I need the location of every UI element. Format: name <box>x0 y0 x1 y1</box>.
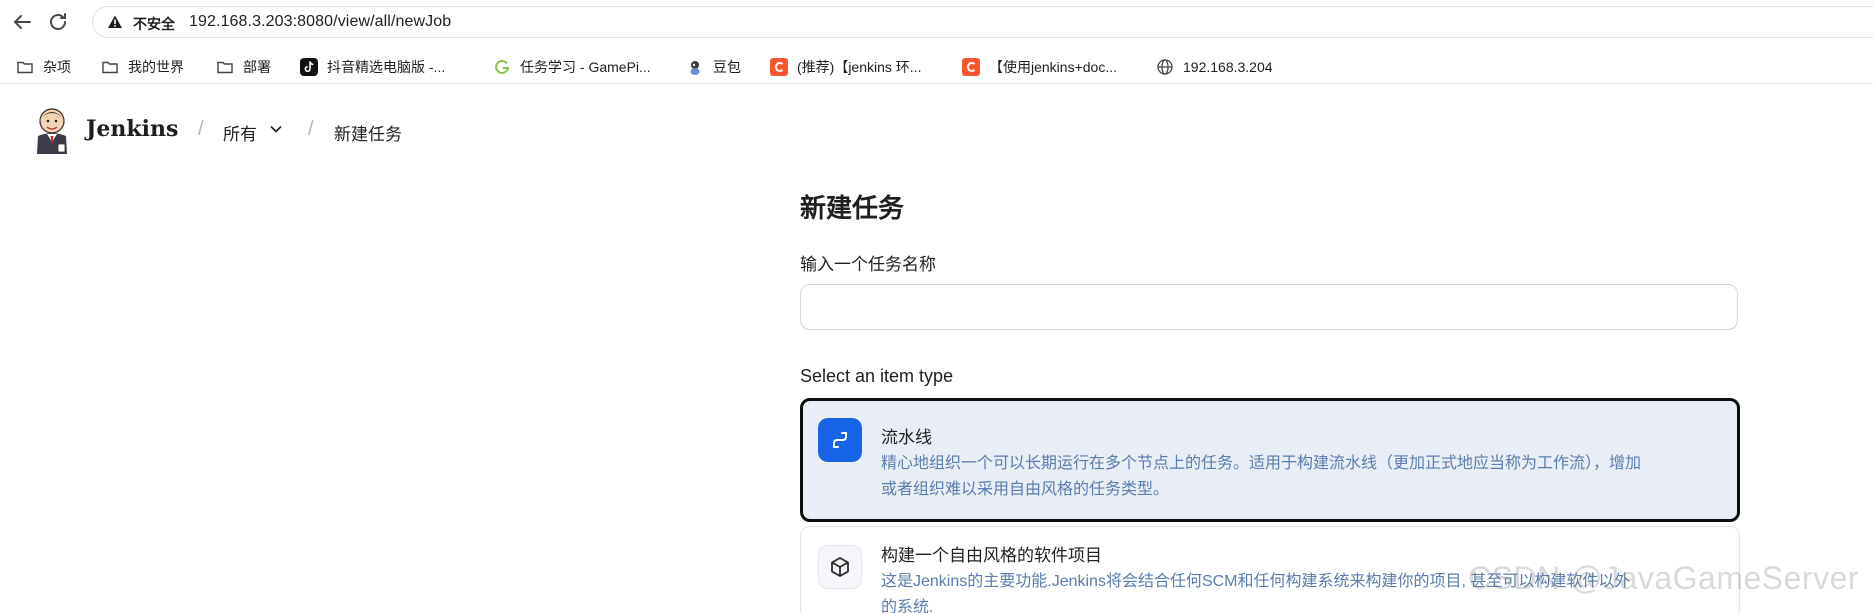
chevron-down-icon[interactable] <box>268 121 284 137</box>
address-bar[interactable]: 不安全 192.168.3.203:8080/view/all/newJob <box>92 6 1873 38</box>
bookmark-item[interactable]: 部署 <box>216 56 271 78</box>
bookmark-item[interactable]: 我的世界 <box>101 56 184 78</box>
bookmark-label: 豆包 <box>713 59 741 75</box>
bookmark-item[interactable]: 豆包 <box>686 56 741 78</box>
jenkins-logo-icon[interactable] <box>34 106 70 156</box>
breadcrumb-separator: / <box>308 118 314 140</box>
bookmark-item[interactable]: 任务学习 - GamePi... <box>493 56 651 78</box>
warning-icon[interactable] <box>107 14 123 30</box>
pipeline-icon <box>818 418 862 462</box>
csdn-icon <box>770 58 788 76</box>
globe-icon <box>1156 58 1174 76</box>
bookmark-label: 我的世界 <box>128 59 184 75</box>
breadcrumb-separator: / <box>198 118 204 140</box>
breadcrumb-all[interactable]: 所有 <box>223 120 257 145</box>
url-text[interactable]: 192.168.3.203:8080/view/all/newJob <box>189 13 451 31</box>
bookmark-label: 杂项 <box>43 59 71 75</box>
item-description: 精心地组织一个可以长期运行在多个节点上的任务。适用于构建流水线（更加正式地应当称… <box>881 455 1642 498</box>
jenkins-brand[interactable]: Jenkins <box>86 116 178 142</box>
breadcrumb-new-job: 新建任务 <box>334 125 402 144</box>
bookmark-item[interactable]: (推荐)【jenkins 环... <box>770 56 921 78</box>
back-arrow-icon[interactable] <box>10 10 34 34</box>
bookmark-label: 部署 <box>243 59 271 75</box>
csdn-icon <box>962 58 980 76</box>
item-title: 构建一个自由风格的软件项目 <box>881 546 1102 565</box>
bookmark-label: 192.168.3.204 <box>1183 59 1273 75</box>
g-logo-icon <box>493 58 511 76</box>
bookmark-item[interactable]: 抖音精选电脑版 -... <box>300 56 445 78</box>
security-label[interactable]: 不安全 <box>133 14 175 34</box>
bookmark-label: 抖音精选电脑版 -... <box>327 59 446 75</box>
freestyle-cube-icon <box>818 545 862 589</box>
bookmark-label: 【使用jenkins+doc... <box>989 59 1117 75</box>
item-type-pipeline[interactable]: 流水线 精心地组织一个可以长期运行在多个节点上的任务。适用于构建流水线（更加正式… <box>800 398 1740 522</box>
bookmark-item[interactable]: 192.168.3.204 <box>1156 56 1273 78</box>
bookmark-item[interactable]: 【使用jenkins+doc... <box>962 56 1117 78</box>
watermark: CSDN @JavaGameServer <box>1468 560 1860 596</box>
browser-toolbar: 不安全 192.168.3.203:8080/view/all/newJob <box>0 0 1873 44</box>
folder-icon <box>16 58 34 76</box>
job-name-input[interactable] <box>800 284 1738 330</box>
tiktok-icon <box>300 58 318 76</box>
item-title: 流水线 <box>881 428 932 447</box>
jenkins-header: Jenkins / 所有 / 新建任务 <box>0 96 1873 166</box>
folder-icon <box>216 58 234 76</box>
bookmark-label: 任务学习 - GamePi... <box>520 59 651 75</box>
item-type-label: Select an item type <box>800 366 954 386</box>
doubao-icon <box>686 58 704 76</box>
reload-icon[interactable] <box>46 10 70 34</box>
job-name-label: 输入一个任务名称 <box>800 255 936 274</box>
folder-icon <box>101 58 119 76</box>
bookmark-item[interactable]: 杂项 <box>16 56 71 78</box>
page-title: 新建任务 <box>800 193 905 223</box>
bookmark-label: (推荐)【jenkins 环... <box>797 59 922 75</box>
bookmarks-bar: 杂项 我的世界 部署 抖音精选电脑版 -... 任务学习 - GamePi...… <box>0 50 1873 84</box>
